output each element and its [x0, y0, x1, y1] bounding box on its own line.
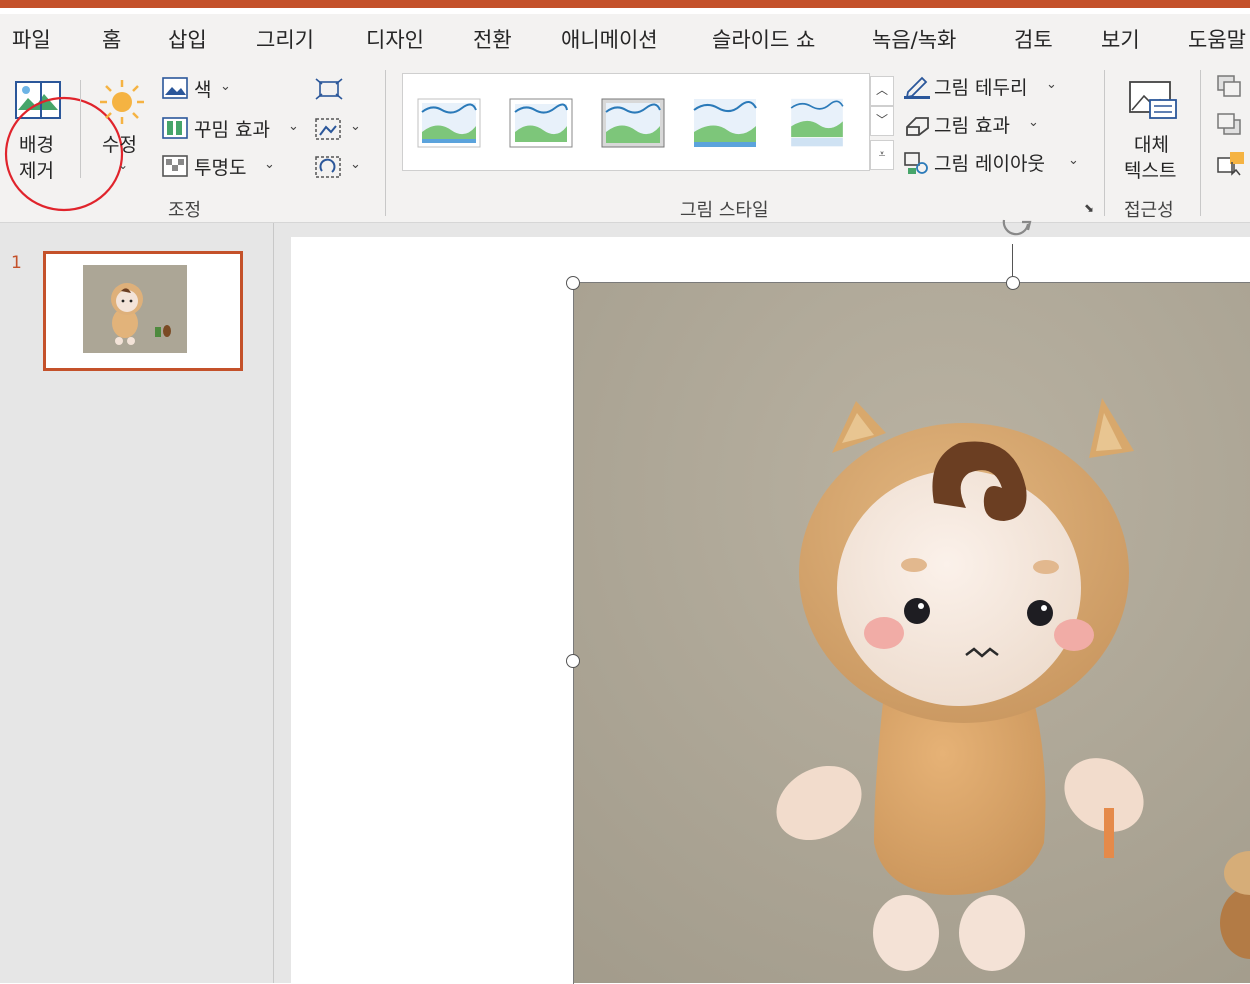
- adjust-group-label: 조정: [168, 200, 202, 221]
- chevron-down-icon: ⌄: [350, 119, 361, 134]
- color-button[interactable]: 색 ⌄: [160, 74, 240, 104]
- resize-handle-top[interactable]: [1006, 276, 1020, 290]
- menu-record[interactable]: 녹음/녹화: [872, 24, 956, 54]
- slide-thumbnail-image: [83, 265, 187, 353]
- menu-help[interactable]: 도움말: [1188, 24, 1246, 54]
- ribbon-divider: [1104, 70, 1105, 216]
- style-thumbnail[interactable]: [417, 98, 481, 148]
- chevron-down-icon: ⌄: [1046, 77, 1057, 92]
- change-picture-button[interactable]: ⌄: [312, 114, 366, 144]
- ribbon-divider: [1200, 70, 1201, 216]
- menu-review[interactable]: 검토: [1014, 24, 1053, 54]
- alt-text-line2: 텍스트: [1124, 160, 1177, 182]
- alt-text-icon: [1129, 81, 1177, 119]
- picture-layout-icon: [904, 152, 928, 174]
- artistic-effects-icon: [162, 117, 188, 139]
- artistic-effects-label: 꾸밈 효과: [194, 119, 270, 141]
- sun-icon: [100, 80, 144, 124]
- transparency-icon: [162, 155, 188, 177]
- corrections-button[interactable]: 수정 ⌄: [94, 76, 152, 186]
- picture-layout-button[interactable]: 그림 레이아웃 ⌄: [900, 148, 1090, 178]
- pen-icon: [904, 76, 930, 99]
- compress-icon: [315, 78, 343, 100]
- picture-border-button[interactable]: 그림 테두리 ⌄: [900, 72, 1070, 102]
- ribbon-divider: [80, 80, 81, 178]
- styles-group-label: 그림 스타일: [680, 200, 769, 221]
- chevron-down-icon: ⌄: [1068, 153, 1079, 168]
- slide-thumbnail[interactable]: [43, 251, 243, 371]
- gallery-more-button[interactable]: ⩡: [870, 140, 894, 170]
- dialog-launcher-icon[interactable]: ⬊: [1084, 201, 1094, 215]
- style-thumbnail[interactable]: [785, 98, 849, 148]
- alt-text-button[interactable]: 대체 텍스트: [1118, 76, 1188, 186]
- title-bar-accent: [0, 0, 1250, 8]
- picture-effects-label: 그림 효과: [934, 115, 1010, 137]
- menu-animations[interactable]: 애니메이션: [561, 24, 658, 54]
- alt-text-line1: 대체: [1134, 134, 1169, 156]
- transparency-label: 투명도: [194, 157, 247, 179]
- color-picture-icon: [162, 77, 188, 99]
- chevron-down-icon: ⌄: [1028, 115, 1039, 130]
- picture-effects-button[interactable]: 그림 효과 ⌄: [900, 110, 1050, 140]
- chevron-down-icon: ⌄: [288, 119, 299, 134]
- selection-pane-icon[interactable]: [1216, 150, 1246, 176]
- compress-pictures-button[interactable]: [312, 74, 348, 104]
- menu-view[interactable]: 보기: [1101, 24, 1140, 54]
- send-backward-icon[interactable]: [1216, 112, 1246, 136]
- effects-icon: [906, 117, 929, 136]
- reset-picture-button[interactable]: ⌄: [312, 152, 366, 182]
- resize-handle-left[interactable]: [566, 654, 580, 668]
- menu-transitions[interactable]: 전환: [473, 24, 512, 54]
- corrections-label: 수정: [102, 134, 137, 156]
- style-thumbnail[interactable]: [601, 98, 665, 148]
- color-label: 색: [194, 79, 212, 101]
- picture-layout-label: 그림 레이아웃: [934, 153, 1045, 175]
- artistic-effects-button[interactable]: 꾸밈 효과 ⌄: [160, 114, 302, 144]
- accessibility-group-label: 접근성: [1124, 200, 1174, 221]
- change-picture-icon: [315, 118, 341, 140]
- style-thumbnail[interactable]: [693, 98, 757, 148]
- gallery-scroll-down-button[interactable]: ﹀: [870, 106, 894, 136]
- rotate-handle-icon[interactable]: [996, 218, 1036, 244]
- menu-slideshow[interactable]: 슬라이드 쇼: [712, 24, 815, 54]
- bring-forward-icon[interactable]: [1216, 74, 1246, 98]
- style-thumbnail[interactable]: [509, 98, 573, 148]
- reset-picture-icon: [315, 156, 341, 178]
- menu-insert[interactable]: 삽입: [168, 24, 207, 54]
- ribbon-divider: [385, 70, 386, 216]
- picture-border-label: 그림 테두리: [934, 77, 1028, 99]
- menu-file[interactable]: 파일: [12, 24, 51, 54]
- chevron-down-icon: ⌄: [118, 158, 129, 172]
- chevron-down-icon: ⌄: [220, 79, 231, 94]
- gallery-scroll-up-button[interactable]: ︿: [870, 76, 894, 106]
- slide-number: 1: [11, 253, 22, 273]
- resize-handle-top-left[interactable]: [566, 276, 580, 290]
- selection-outline: [573, 282, 1250, 984]
- transparency-button[interactable]: 투명도 ⌄: [160, 152, 280, 182]
- menu-home[interactable]: 홈: [102, 24, 121, 54]
- picture-styles-gallery: [402, 73, 870, 171]
- menu-draw[interactable]: 그리기: [256, 24, 314, 54]
- menu-design[interactable]: 디자인: [366, 24, 424, 54]
- chevron-down-icon: ⌄: [350, 157, 361, 172]
- chevron-down-icon: ⌄: [264, 157, 275, 172]
